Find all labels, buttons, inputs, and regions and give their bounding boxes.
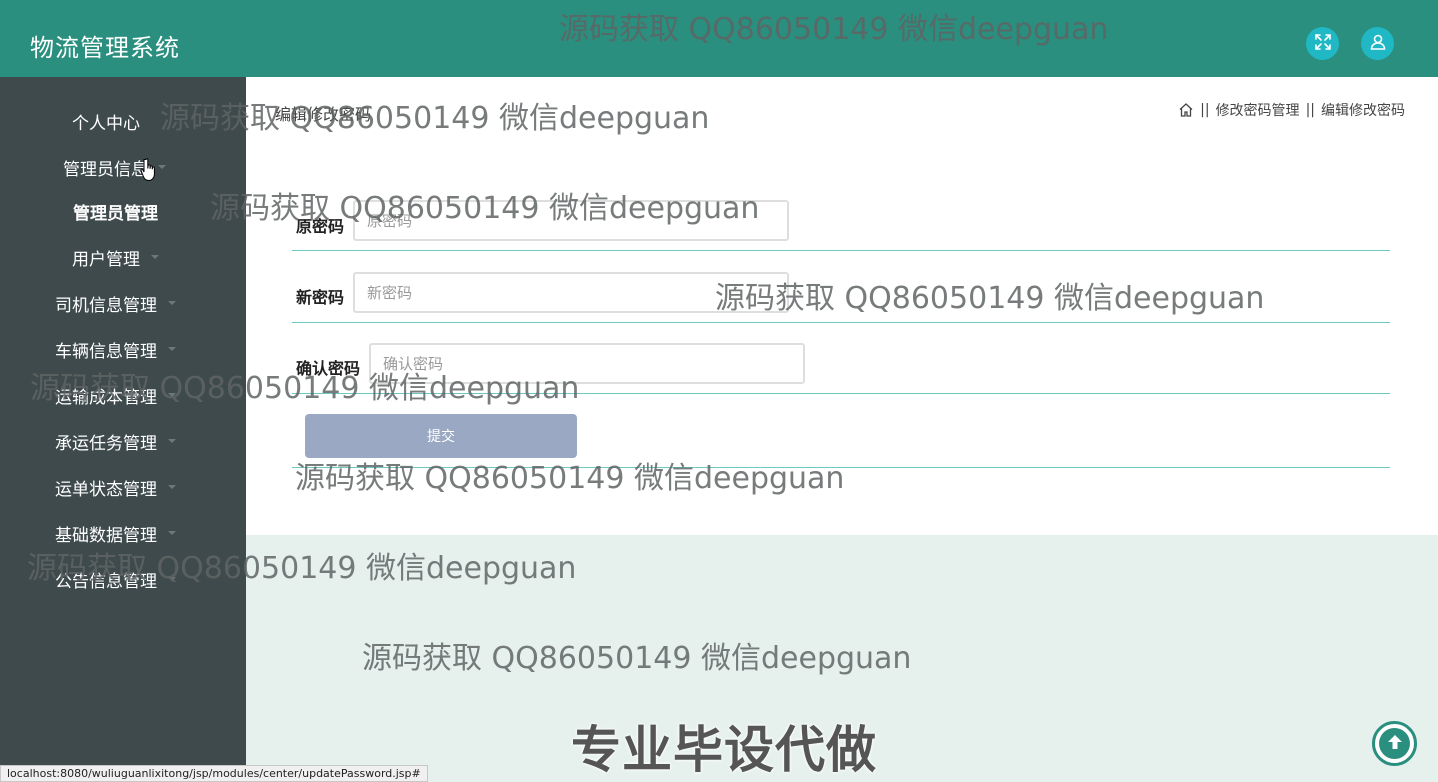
user-menu-button[interactable] xyxy=(1361,27,1394,60)
confirm-password-input[interactable] xyxy=(369,343,805,384)
confirm-password-label: 确认密码 xyxy=(296,359,361,378)
page-title: 编辑修改密码 xyxy=(275,105,372,124)
sidebar-item-label: 承运任务管理 xyxy=(55,433,157,454)
sidebar-item-carrier-tasks[interactable]: 承运任务管理 xyxy=(0,421,246,461)
main-content: 编辑修改密码 || 修改密码管理 || 编辑修改密码 原密码 新密码 确认密码 … xyxy=(246,77,1438,535)
form-row-new-password: 新密码 xyxy=(292,251,1390,323)
new-password-input[interactable] xyxy=(353,272,789,313)
sidebar-item-transport-cost[interactable]: 运输成本管理 xyxy=(0,375,246,415)
breadcrumb-separator: || xyxy=(1305,102,1315,118)
sidebar-item-admin-info[interactable]: 管理员信息 xyxy=(0,147,246,187)
back-to-top-button[interactable] xyxy=(1372,721,1417,766)
sidebar-item-label: 公告信息管理 xyxy=(55,571,157,592)
home-icon[interactable] xyxy=(1178,102,1194,118)
fullscreen-button[interactable] xyxy=(1306,27,1339,60)
new-password-label: 新密码 xyxy=(296,288,345,307)
form-row-submit xyxy=(292,394,1390,468)
sidebar-item-announcements[interactable]: 公告信息管理 xyxy=(0,559,246,599)
sidebar-item-waybill-status[interactable]: 运单状态管理 xyxy=(0,467,246,507)
old-password-input[interactable] xyxy=(353,200,789,241)
breadcrumb-section[interactable]: 修改密码管理 xyxy=(1216,100,1300,120)
sidebar-item-label: 个人中心 xyxy=(72,113,140,134)
form-row-old-password: 原密码 xyxy=(292,197,1390,251)
breadcrumb-current: 编辑修改密码 xyxy=(1321,103,1405,119)
caret-down-icon xyxy=(168,531,176,535)
caret-down-icon xyxy=(168,347,176,351)
sidebar: 个人中心 管理员信息 管理员管理 用户管理 司机信息管理 车辆信息管理 运输成本… xyxy=(0,77,246,782)
hand-cursor-icon xyxy=(140,157,160,187)
caret-down-icon xyxy=(168,485,176,489)
app-title: 物流管理系统 xyxy=(30,34,180,62)
sidebar-item-label: 基础数据管理 xyxy=(55,525,157,546)
sidebar-item-label: 运单状态管理 xyxy=(55,479,157,500)
caret-down-icon xyxy=(168,301,176,305)
sidebar-item-driver-management[interactable]: 司机信息管理 xyxy=(0,283,246,323)
user-icon xyxy=(1369,33,1387,55)
sidebar-item-label: 用户管理 xyxy=(72,249,140,270)
sidebar-item-admin-management[interactable]: 管理员管理 xyxy=(0,191,246,231)
caret-down-icon xyxy=(168,577,176,581)
sidebar-item-label: 管理员信息 xyxy=(63,159,148,180)
caret-down-icon xyxy=(168,439,176,443)
top-header: 物流管理系统 xyxy=(0,0,1438,77)
caret-down-icon xyxy=(168,393,176,397)
old-password-label: 原密码 xyxy=(296,217,345,236)
promo-banner-text: 专业毕设代做 xyxy=(571,721,877,779)
caret-down-icon xyxy=(151,255,159,259)
watermark-text: 源码获取 QQ86050149 微信deepguan xyxy=(362,641,912,676)
breadcrumb-separator: || xyxy=(1200,102,1210,118)
sidebar-item-label: 运输成本管理 xyxy=(55,387,157,408)
sidebar-item-label: 管理员管理 xyxy=(73,203,158,224)
form-row-confirm-password: 确认密码 xyxy=(292,323,1390,394)
sidebar-item-label: 司机信息管理 xyxy=(55,295,157,316)
sidebar-item-personal-center[interactable]: 个人中心 xyxy=(0,101,246,141)
sidebar-item-vehicle-management[interactable]: 车辆信息管理 xyxy=(0,329,246,369)
sidebar-item-base-data[interactable]: 基础数据管理 xyxy=(0,513,246,553)
breadcrumb: || 修改密码管理 || 编辑修改密码 xyxy=(1178,100,1405,120)
browser-status-url: localhost:8080/wuliuguanlixitong/jsp/mod… xyxy=(0,765,428,782)
fullscreen-icon xyxy=(1314,33,1332,55)
arrow-up-icon xyxy=(1385,732,1405,756)
sidebar-item-label: 车辆信息管理 xyxy=(55,341,157,362)
sidebar-item-user-management[interactable]: 用户管理 xyxy=(0,237,246,277)
